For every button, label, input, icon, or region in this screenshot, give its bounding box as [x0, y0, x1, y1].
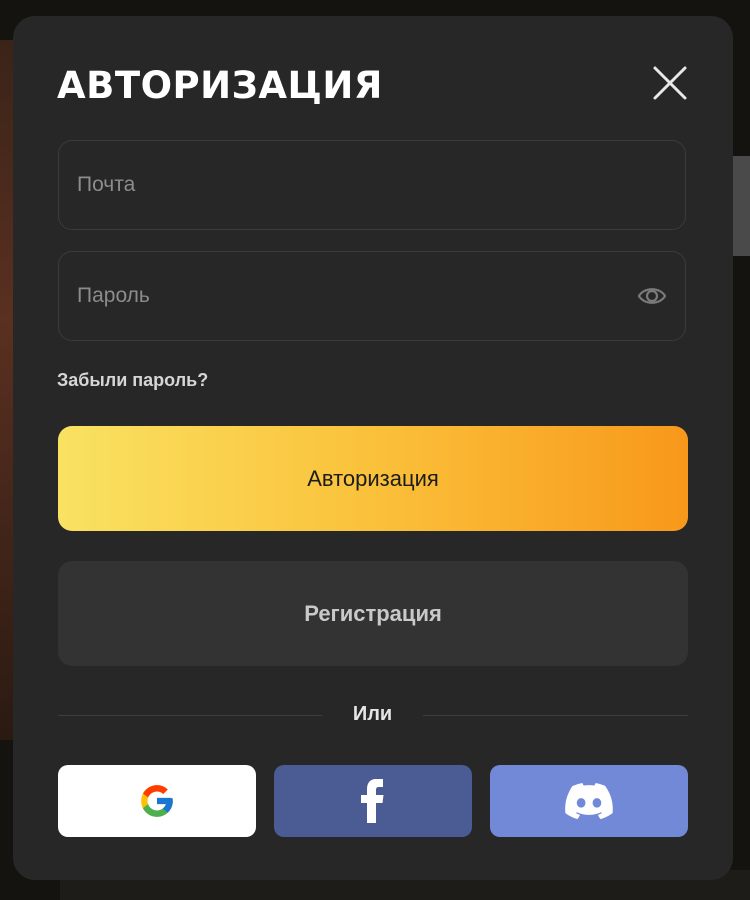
close-button[interactable]	[651, 64, 689, 102]
auth-modal: АВТОРИЗАЦИЯ Забыли пароль? Авторизация Р…	[13, 16, 733, 880]
modal-title: АВТОРИЗАЦИЯ	[57, 64, 383, 107]
facebook-login-button[interactable]	[274, 765, 472, 837]
show-password-button[interactable]	[637, 283, 667, 309]
google-icon	[141, 785, 173, 817]
google-login-button[interactable]	[58, 765, 256, 837]
email-field-wrapper	[58, 140, 686, 230]
eye-icon	[637, 288, 667, 304]
password-field-wrapper	[58, 251, 686, 341]
divider-label: Или	[352, 703, 393, 725]
discord-login-button[interactable]	[490, 765, 688, 837]
forgot-password-link[interactable]: Забыли пароль?	[57, 370, 208, 391]
email-input[interactable]	[59, 141, 685, 229]
facebook-icon	[361, 779, 384, 823]
register-button[interactable]: Регистрация	[58, 561, 688, 666]
divider-line-left	[58, 715, 322, 716]
close-icon	[653, 66, 687, 100]
password-input[interactable]	[59, 252, 685, 340]
login-button[interactable]: Авторизация	[58, 426, 688, 531]
discord-icon	[565, 783, 613, 819]
divider-line-right	[423, 715, 688, 716]
